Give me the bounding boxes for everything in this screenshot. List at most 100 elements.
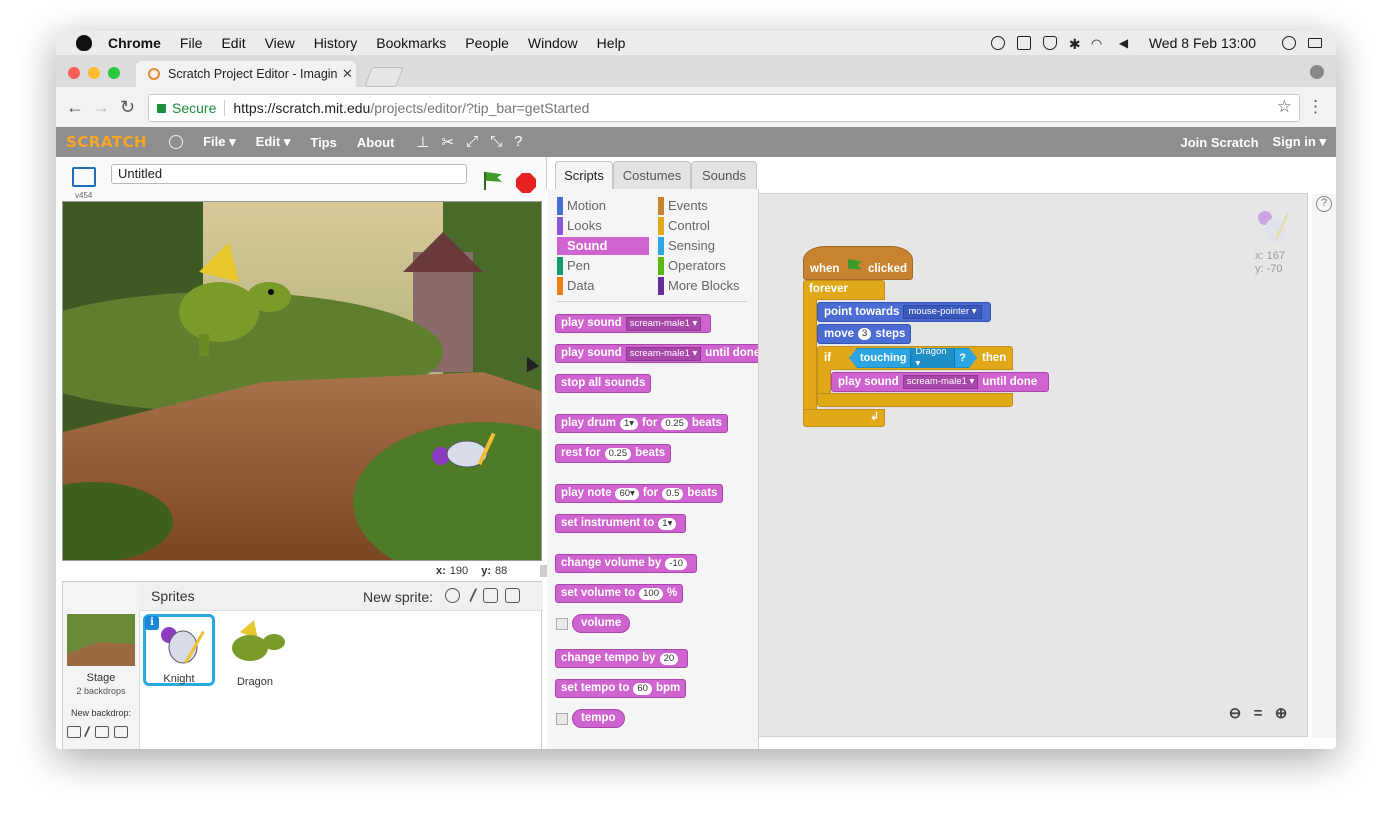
new-tab-button[interactable] bbox=[364, 67, 404, 87]
wifi-icon[interactable]: ◠ bbox=[1091, 36, 1107, 51]
paint-sprite-icon[interactable] bbox=[469, 587, 479, 604]
presentation-mode-icon[interactable] bbox=[72, 167, 96, 187]
minimize-window-button[interactable] bbox=[88, 67, 100, 79]
block-play-sound[interactable]: play sound scream-male1 ▾ bbox=[555, 314, 712, 333]
touching-sensing-block[interactable]: touching Dragon ▾? bbox=[849, 348, 977, 368]
block-play-note[interactable]: play note 60▾ for 0.5 beats bbox=[555, 484, 724, 503]
scratch-edit-menu[interactable]: Edit ▾ bbox=[256, 134, 291, 150]
beats-input[interactable]: 0.5 bbox=[662, 487, 684, 500]
language-globe-icon[interactable] bbox=[169, 135, 184, 149]
reporter-tempo[interactable]: tempo bbox=[572, 709, 625, 728]
block-play-drum[interactable]: play drum 1▾ for 0.25 beats bbox=[555, 414, 728, 433]
scratch-file-menu[interactable]: File ▾ bbox=[203, 134, 236, 150]
record-icon[interactable] bbox=[990, 36, 1005, 50]
steps-input[interactable]: 3 bbox=[858, 328, 872, 340]
block-help-icon[interactable]: ? bbox=[514, 133, 522, 151]
tab-scripts[interactable]: Scripts bbox=[555, 161, 613, 190]
upload-backdrop-icon[interactable] bbox=[95, 726, 109, 738]
beats-input[interactable]: 0.25 bbox=[661, 417, 688, 430]
back-icon[interactable]: ← bbox=[66, 97, 84, 118]
tab-sounds[interactable]: Sounds bbox=[691, 161, 757, 189]
grow-icon[interactable]: ⤢ bbox=[466, 133, 478, 151]
volume-input[interactable]: -10 bbox=[665, 557, 688, 570]
sound-dropdown[interactable]: scream-male1 ▾ bbox=[625, 346, 702, 361]
project-title-input[interactable]: Untitled bbox=[111, 164, 467, 184]
join-scratch-link[interactable]: Join Scratch bbox=[1181, 135, 1259, 150]
play-sound-until-done-block[interactable]: play sound scream-male1 ▾ until done bbox=[831, 372, 1049, 392]
zoom-in-icon[interactable]: ⊕ bbox=[1273, 706, 1289, 722]
dragon-sprite[interactable] bbox=[159, 242, 299, 372]
category-sensing[interactable]: Sensing bbox=[658, 237, 750, 255]
reload-icon[interactable]: ↻ bbox=[120, 97, 135, 118]
category-looks[interactable]: Looks bbox=[557, 217, 649, 235]
volume-icon[interactable]: ◀ bbox=[1119, 36, 1133, 50]
shield-icon[interactable] bbox=[1042, 36, 1057, 50]
menu-people[interactable]: People bbox=[465, 35, 509, 51]
when-flag-clicked-block[interactable]: when clicked bbox=[803, 246, 913, 280]
block-change-volume[interactable]: change volume by -10 bbox=[555, 554, 698, 573]
block-set-volume[interactable]: set volume to 100% bbox=[555, 584, 684, 603]
scratch-tips[interactable]: Tips bbox=[310, 135, 337, 150]
knight-sprite[interactable] bbox=[429, 428, 509, 488]
browser-tab-active[interactable]: Scratch Project Editor - Imagine ✕ bbox=[136, 61, 356, 87]
shrink-icon[interactable]: ⤡ bbox=[490, 133, 502, 151]
note-dropdown[interactable]: 60▾ bbox=[615, 487, 639, 500]
tempo-input[interactable]: 20 bbox=[659, 652, 679, 665]
block-rest-for[interactable]: rest for 0.25 beats bbox=[555, 444, 672, 463]
apple-icon[interactable] bbox=[76, 35, 92, 51]
stage-canvas[interactable] bbox=[62, 201, 542, 561]
category-motion[interactable]: Motion bbox=[557, 197, 649, 215]
forward-icon[interactable]: → bbox=[92, 97, 110, 118]
camera-sprite-icon[interactable] bbox=[505, 588, 520, 603]
forever-block[interactable]: forever bbox=[803, 280, 885, 300]
block-stop-all-sounds[interactable]: stop all sounds bbox=[555, 374, 652, 393]
touching-target-dropdown[interactable]: Dragon ▾ bbox=[910, 345, 955, 371]
menu-file[interactable]: File bbox=[180, 35, 203, 51]
category-events[interactable]: Events bbox=[658, 197, 750, 215]
close-window-button[interactable] bbox=[68, 67, 80, 79]
point-target-dropdown[interactable]: mouse-pointer ▾ bbox=[903, 305, 982, 319]
camera-backdrop-icon[interactable] bbox=[114, 726, 128, 738]
menubar-clock[interactable]: Wed 8 Feb 13:00 bbox=[1149, 35, 1256, 51]
paint-backdrop-icon[interactable] bbox=[83, 725, 93, 739]
stop-sign-button[interactable] bbox=[516, 173, 536, 193]
antenna-icon[interactable] bbox=[1016, 36, 1031, 50]
sprite-thumb-dragon[interactable]: Dragon bbox=[219, 614, 291, 688]
block-play-sound-until-done[interactable]: play sound scream-male1 ▾ until done bbox=[555, 344, 758, 363]
menu-app[interactable]: Chrome bbox=[108, 35, 161, 51]
sprite-thumb-knight[interactable]: i Knight bbox=[143, 614, 215, 686]
tempo-monitor-checkbox[interactable] bbox=[556, 713, 568, 725]
category-operators[interactable]: Operators bbox=[658, 257, 750, 275]
cut-scissors-icon[interactable]: ✂ bbox=[441, 133, 454, 151]
scratch-logo[interactable]: SCRATCH bbox=[66, 133, 147, 151]
reporter-volume[interactable]: volume bbox=[572, 614, 631, 633]
bookmark-star-icon[interactable]: ☆ bbox=[1277, 97, 1292, 117]
volume-input[interactable]: 100 bbox=[639, 587, 663, 600]
chrome-menu-icon[interactable]: ⋮ bbox=[1307, 97, 1324, 117]
zoom-out-icon[interactable]: ⊖ bbox=[1227, 706, 1243, 722]
block-set-tempo[interactable]: set tempo to 60 bpm bbox=[555, 679, 687, 698]
bluetooth-icon[interactable]: ✱ bbox=[1069, 36, 1081, 52]
notification-list-icon[interactable] bbox=[1308, 38, 1322, 48]
backdrop-library-icon[interactable] bbox=[67, 726, 81, 738]
sound-dropdown[interactable]: scream-male1 ▾ bbox=[625, 316, 702, 331]
menu-window[interactable]: Window bbox=[528, 35, 578, 51]
sound-dropdown[interactable]: scream-male1 ▾ bbox=[902, 375, 979, 389]
zoom-window-button[interactable] bbox=[108, 67, 120, 79]
zoom-reset-icon[interactable]: = bbox=[1250, 706, 1266, 722]
move-steps-block[interactable]: move 3 steps bbox=[817, 324, 911, 344]
category-control[interactable]: Control bbox=[658, 217, 750, 235]
scratch-about[interactable]: About bbox=[357, 135, 395, 150]
spotlight-search-icon[interactable] bbox=[1282, 36, 1296, 50]
tempo-input[interactable]: 60 bbox=[633, 682, 652, 695]
menu-history[interactable]: History bbox=[314, 35, 358, 51]
block-change-tempo[interactable]: change tempo by 20 bbox=[555, 649, 689, 668]
block-set-instrument[interactable]: set instrument to 1▾ bbox=[555, 514, 687, 533]
menu-bookmarks[interactable]: Bookmarks bbox=[376, 35, 446, 51]
category-more-blocks[interactable]: More Blocks bbox=[658, 277, 758, 295]
profile-icon[interactable] bbox=[1310, 65, 1324, 79]
drum-dropdown[interactable]: 1▾ bbox=[619, 417, 639, 430]
tab-costumes[interactable]: Costumes bbox=[613, 161, 691, 189]
instrument-dropdown[interactable]: 1▾ bbox=[658, 517, 677, 530]
help-question-icon[interactable]: ? bbox=[1316, 196, 1332, 212]
